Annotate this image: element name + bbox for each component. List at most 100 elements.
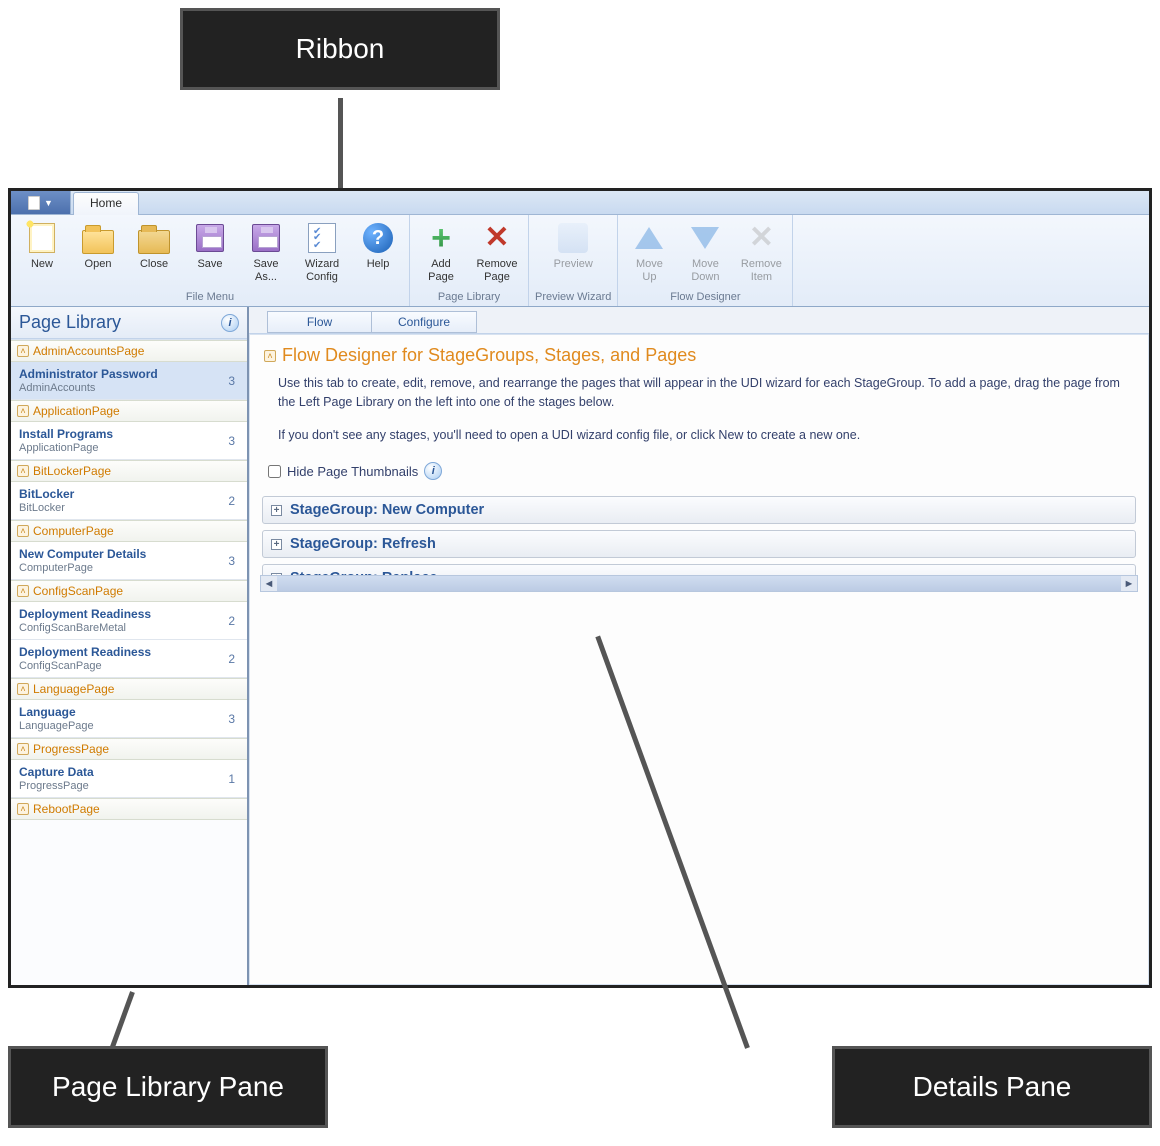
quick-access-toolbar[interactable]: ▼ bbox=[11, 191, 71, 214]
page-library-item[interactable]: LanguageLanguagePage3 bbox=[11, 700, 247, 738]
button-label: Close bbox=[140, 258, 168, 271]
move-down-button[interactable]: Move Down bbox=[680, 219, 730, 283]
preview-button[interactable]: Preview bbox=[548, 219, 598, 271]
page-library-title: Page Library bbox=[19, 312, 121, 333]
stagegroup-row[interactable]: + StageGroup: Refresh bbox=[262, 530, 1136, 558]
remove-item-button[interactable]: ✕ Remove Item bbox=[736, 219, 786, 283]
save-button[interactable]: Save bbox=[185, 219, 235, 271]
button-label: Open bbox=[85, 258, 112, 271]
button-label: Remove Item bbox=[741, 258, 782, 283]
page-library-item-count: 3 bbox=[228, 554, 239, 568]
stagegroup-label: StageGroup: Refresh bbox=[290, 536, 436, 552]
preview-icon bbox=[558, 223, 588, 253]
page-library-item-count: 2 bbox=[228, 494, 239, 508]
button-label: Preview bbox=[554, 258, 593, 271]
expand-icon[interactable]: + bbox=[271, 505, 282, 516]
page-library-group-header[interactable]: ˄ConfigScanPage bbox=[11, 580, 247, 602]
button-label: New bbox=[31, 258, 53, 271]
collapse-icon: ˄ bbox=[17, 465, 29, 477]
callout-ribbon: Ribbon bbox=[180, 8, 500, 90]
page-library-scroll[interactable]: ˄AdminAccountsPageAdministrator Password… bbox=[11, 339, 247, 985]
page-library-item-title: Administrator Password bbox=[19, 367, 158, 381]
page-library-item[interactable]: Deployment ReadinessConfigScanPage2 bbox=[11, 640, 247, 678]
button-label: Help bbox=[367, 258, 390, 271]
scroll-left-icon[interactable]: ◄ bbox=[261, 578, 277, 590]
tab-home[interactable]: Home bbox=[73, 192, 139, 215]
collapse-icon: ˄ bbox=[17, 405, 29, 417]
page-library-item-subtitle: ConfigScanPage bbox=[19, 660, 151, 672]
hide-thumbnails-checkbox[interactable] bbox=[268, 465, 281, 478]
wizard-config-button[interactable]: Wizard Config bbox=[297, 219, 347, 283]
page-library-item-title: Capture Data bbox=[19, 765, 94, 779]
page-library-item[interactable]: Install ProgramsApplicationPage3 bbox=[11, 422, 247, 460]
details-pane: Flow Configure ˄ Flow Designer for Stage… bbox=[249, 307, 1149, 985]
page-library-group-header[interactable]: ˄ApplicationPage bbox=[11, 400, 247, 422]
collapse-icon[interactable]: ˄ bbox=[264, 350, 276, 362]
page-library-item-count: 2 bbox=[228, 614, 239, 628]
hide-thumbnails-label: Hide Page Thumbnails bbox=[287, 464, 418, 479]
group-header-label: LanguagePage bbox=[33, 682, 114, 696]
section-title-text: Flow Designer for StageGroups, Stages, a… bbox=[282, 345, 696, 366]
hide-thumbnails-row: Hide Page Thumbnails i bbox=[250, 448, 1148, 490]
collapse-icon: ˄ bbox=[17, 743, 29, 755]
move-up-button[interactable]: Move Up bbox=[624, 219, 674, 283]
arrow-down-icon bbox=[691, 227, 719, 249]
section-title: ˄ Flow Designer for StageGroups, Stages,… bbox=[250, 335, 1148, 370]
page-library-item[interactable]: BitLockerBitLocker 2 bbox=[11, 482, 247, 520]
stagegroup-row[interactable]: + StageGroup: New Computer bbox=[262, 496, 1136, 524]
page-library-group-header[interactable]: ˄BitLockerPage bbox=[11, 460, 247, 482]
add-page-button[interactable]: + Add Page bbox=[416, 219, 466, 283]
stagegroup-label: StageGroup: New Computer bbox=[290, 502, 484, 518]
open-button[interactable]: Open bbox=[73, 219, 123, 271]
help-button[interactable]: ? Help bbox=[353, 219, 403, 271]
page-library-item[interactable]: Deployment ReadinessConfigScanBareMetal 2 bbox=[11, 602, 247, 640]
button-label: Add Page bbox=[428, 258, 454, 283]
scrollbar-track[interactable] bbox=[277, 576, 1121, 591]
ribbon-group-page-library: + Add Page ✕ Remove Page Page Library bbox=[410, 215, 529, 306]
page-library-item-subtitle: BitLocker bbox=[19, 502, 74, 514]
ribbon-group-label: Preview Wizard bbox=[535, 290, 611, 304]
info-icon[interactable]: i bbox=[221, 314, 239, 332]
callout-lead-line bbox=[110, 991, 135, 1049]
page-library-item[interactable]: New Computer DetailsComputerPage3 bbox=[11, 542, 247, 580]
page-library-item[interactable]: Administrator PasswordAdminAccounts3 bbox=[11, 362, 247, 400]
page-library-item[interactable]: Capture DataProgressPage1 bbox=[11, 760, 247, 798]
expand-icon[interactable]: + bbox=[271, 539, 282, 550]
page-library-group-header[interactable]: ˄RebootPage bbox=[11, 798, 247, 820]
title-bar: ▼ Home bbox=[11, 191, 1149, 215]
ribbon-group-file-menu: New Open Close Save Save As... bbox=[11, 215, 410, 306]
page-library-group-header[interactable]: ˄ProgressPage bbox=[11, 738, 247, 760]
ribbon-group-flow-designer: Move Up Move Down ✕ Remove Item Flow Des… bbox=[618, 215, 793, 306]
close-button[interactable]: Close bbox=[129, 219, 179, 271]
new-button[interactable]: New bbox=[17, 219, 67, 271]
tab-flow[interactable]: Flow bbox=[267, 311, 372, 333]
collapse-icon: ˄ bbox=[17, 585, 29, 597]
save-as-icon bbox=[252, 224, 280, 252]
page-library-item-count: 3 bbox=[228, 434, 239, 448]
group-header-label: ComputerPage bbox=[33, 524, 114, 538]
save-as-button[interactable]: Save As... bbox=[241, 219, 291, 283]
ribbon-group-label: File Menu bbox=[186, 290, 234, 304]
remove-page-button[interactable]: ✕ Remove Page bbox=[472, 219, 522, 283]
page-library-item-count: 3 bbox=[228, 712, 239, 726]
page-library-item-title: Deployment Readiness bbox=[19, 607, 151, 621]
info-icon[interactable]: i bbox=[424, 462, 442, 480]
collapse-icon: ˄ bbox=[17, 525, 29, 537]
dropdown-icon: ▼ bbox=[44, 198, 53, 208]
tab-configure[interactable]: Configure bbox=[372, 311, 477, 333]
details-tab-strip: Flow Configure bbox=[249, 307, 1149, 334]
folder-open-icon bbox=[82, 230, 114, 254]
page-library-item-title: Deployment Readiness bbox=[19, 645, 151, 659]
page-library-group-header[interactable]: ˄LanguagePage bbox=[11, 678, 247, 700]
horizontal-scrollbar[interactable]: ◄ ► bbox=[260, 575, 1138, 592]
page-library-group-header[interactable]: ˄ ComputerPage bbox=[11, 520, 247, 542]
help-icon: ? bbox=[363, 223, 393, 253]
page-library-item-subtitle: ConfigScanBareMetal bbox=[19, 622, 151, 634]
page-library-item-title: BitLocker bbox=[19, 487, 74, 501]
collapse-icon: ˄ bbox=[17, 345, 29, 357]
wizard-config-icon bbox=[308, 223, 336, 253]
page-library-item-subtitle: LanguagePage bbox=[19, 720, 94, 732]
page-library-group-header[interactable]: ˄AdminAccountsPage bbox=[11, 340, 247, 362]
scroll-right-icon[interactable]: ► bbox=[1121, 578, 1137, 590]
arrow-up-icon bbox=[635, 227, 663, 249]
